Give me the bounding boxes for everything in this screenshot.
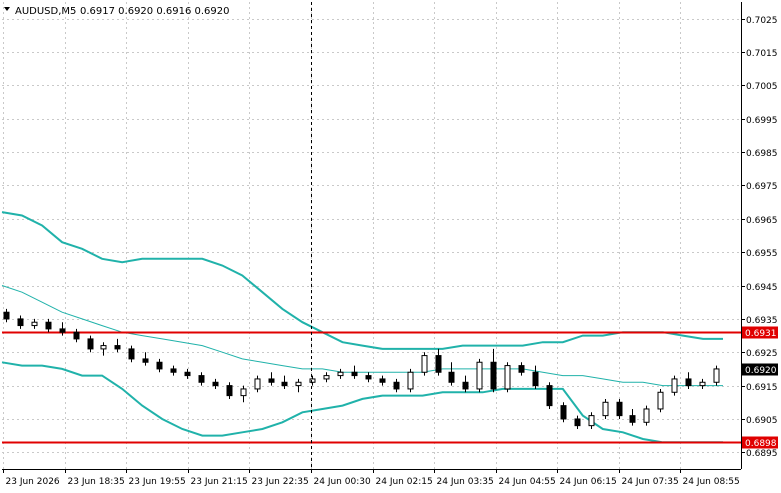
- ohlc-values: 0.6917 0.6920 0.6916 0.6920: [80, 6, 230, 17]
- y-tick-label: 0.6985: [746, 149, 778, 159]
- candle-body[interactable]: [351, 371, 358, 377]
- candle-body[interactable]: [31, 321, 38, 327]
- candle-body[interactable]: [212, 381, 219, 387]
- candle-body[interactable]: [574, 418, 581, 427]
- y-tick-label: 0.6975: [746, 182, 778, 192]
- y-tick-label: 0.6915: [746, 383, 778, 393]
- candle-body[interactable]: [59, 328, 66, 333]
- candle-body[interactable]: [240, 388, 247, 397]
- candle-body[interactable]: [142, 358, 149, 363]
- candle-body[interactable]: [407, 371, 414, 390]
- x-tick-label: 24 Jun 08:55: [683, 477, 740, 487]
- chart-header: AUDUSD,M5 0.6917 0.6920 0.6916 0.6920: [4, 6, 230, 17]
- candle-body[interactable]: [393, 381, 400, 390]
- y-tick-label: 0.6955: [746, 249, 778, 259]
- candle-body[interactable]: [657, 391, 664, 410]
- candle-body[interactable]: [671, 378, 678, 393]
- x-tick-label: 23 Jun 21:15: [191, 477, 248, 487]
- candle-body[interactable]: [323, 375, 330, 380]
- candle-body[interactable]: [532, 371, 539, 387]
- x-tick-label: 24 Jun 02:15: [376, 477, 433, 487]
- candle-body[interactable]: [45, 321, 52, 330]
- candle-body[interactable]: [546, 385, 553, 407]
- triangle-down-icon[interactable]: [4, 7, 10, 11]
- x-tick-label: 24 Jun 03:35: [437, 477, 494, 487]
- x-tick-label: 23 Jun 19:55: [129, 477, 186, 487]
- current-price-label: 0.6920: [745, 366, 777, 376]
- candle-body[interactable]: [713, 368, 720, 383]
- x-tick-label: 24 Jun 07:35: [622, 477, 679, 487]
- candle-body[interactable]: [3, 311, 10, 320]
- candle-body[interactable]: [490, 361, 497, 390]
- candle-body[interactable]: [616, 401, 623, 417]
- y-tick-label: 0.6935: [746, 316, 778, 326]
- y-tick-label: 0.6895: [746, 449, 778, 459]
- y-tick-label: 0.6945: [746, 283, 778, 293]
- candle-body[interactable]: [295, 381, 302, 387]
- x-tick-label: 23 Jun 22:35: [252, 477, 309, 487]
- candle-body[interactable]: [268, 378, 275, 383]
- x-tick-label: 24 Jun 00:30: [314, 477, 371, 487]
- candle-body[interactable]: [629, 415, 636, 423]
- candle-body[interactable]: [602, 401, 609, 417]
- candle-body[interactable]: [198, 375, 205, 383]
- candle-body[interactable]: [699, 381, 706, 387]
- candle-body[interactable]: [254, 378, 261, 390]
- candle-body[interactable]: [560, 405, 567, 420]
- candle-body[interactable]: [114, 345, 121, 350]
- candle-body[interactable]: [184, 371, 191, 377]
- symbol-timeframe: AUDUSD,M5: [15, 6, 76, 17]
- candle-body[interactable]: [643, 408, 650, 423]
- candle-body[interactable]: [128, 348, 135, 360]
- level-price-label: 0.6931: [745, 329, 777, 339]
- candle-body[interactable]: [504, 365, 511, 390]
- y-tick-label: 0.7025: [746, 16, 778, 26]
- candle-body[interactable]: [309, 378, 316, 383]
- y-tick-label: 0.7005: [746, 82, 778, 92]
- candle-body[interactable]: [462, 381, 469, 390]
- x-tick-label: 23 Jun 2026: [6, 477, 60, 487]
- candle-body[interactable]: [518, 365, 525, 373]
- candle-body[interactable]: [685, 378, 692, 387]
- price-chart[interactable]: 0.6931 0.6898 0.7025 0.7015 0.7005 0.6995 0.6…: [0, 0, 781, 489]
- candle-body[interactable]: [476, 361, 483, 390]
- time-axis[interactable]: 23 Jun 2026 23 Jun 18:35 23 Jun 19:55 23 Ju…: [3, 469, 740, 487]
- y-tick-label: 0.6995: [746, 116, 778, 126]
- candle-body[interactable]: [365, 375, 372, 380]
- bollinger-lower-band: [1, 361, 723, 444]
- candle-body[interactable]: [281, 381, 288, 387]
- candle-body[interactable]: [17, 318, 24, 327]
- y-tick-label: 0.7015: [746, 49, 778, 59]
- candle-body[interactable]: [100, 345, 107, 350]
- bollinger-bands: [1, 211, 723, 444]
- price-axis[interactable]: 0.7025 0.7015 0.7005 0.6995 0.6985 0.6975 0.69…: [741, 16, 778, 459]
- candle-body[interactable]: [421, 355, 428, 373]
- y-tick-label: 0.6925: [746, 349, 778, 359]
- y-tick-label: 0.6905: [746, 416, 778, 426]
- y-tick-label: 0.6965: [746, 216, 778, 226]
- candle-body[interactable]: [73, 331, 80, 340]
- candle-body[interactable]: [448, 371, 455, 383]
- candle-body[interactable]: [337, 371, 344, 377]
- x-tick-label: 23 Jun 18:35: [68, 477, 125, 487]
- candle-body[interactable]: [156, 361, 163, 370]
- candle-body[interactable]: [226, 385, 233, 397]
- x-tick-label: 24 Jun 04:55: [499, 477, 556, 487]
- candlesticks[interactable]: [3, 308, 720, 429]
- chart-canvas[interactable]: 0.6931 0.6898 0.7025 0.7015 0.7005 0.6995 0.6…: [0, 0, 781, 489]
- bollinger-middle-band: [1, 285, 723, 387]
- horizontal-levels[interactable]: 0.6931 0.6898: [2, 326, 778, 450]
- axes: [2, 2, 742, 470]
- candle-body[interactable]: [379, 378, 386, 383]
- grid-lines: [2, 2, 741, 469]
- candle-body[interactable]: [435, 355, 442, 373]
- level-price-label: 0.6898: [745, 439, 777, 449]
- x-tick-label: 24 Jun 06:15: [560, 477, 617, 487]
- candle-body[interactable]: [588, 415, 595, 427]
- candle-body[interactable]: [87, 338, 94, 350]
- candle-body[interactable]: [170, 368, 177, 373]
